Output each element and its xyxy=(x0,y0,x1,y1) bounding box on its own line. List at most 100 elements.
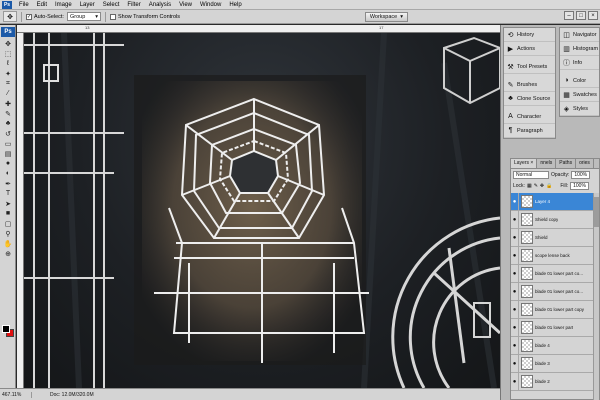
panel-tool-presets[interactable]: ⚒ Tool Presets xyxy=(504,60,555,74)
canvas[interactable] xyxy=(24,32,500,388)
eye-icon[interactable]: ● xyxy=(511,265,519,282)
lasso-tool-icon[interactable]: ℓ xyxy=(2,59,14,68)
panel-paragraph[interactable]: ¶ Paragraph xyxy=(504,124,555,138)
eye-icon[interactable]: ● xyxy=(511,247,519,264)
opacity-input[interactable]: 100% xyxy=(571,170,591,179)
menu-image[interactable]: Image xyxy=(51,0,76,10)
minimize-icon[interactable]: – xyxy=(564,11,574,20)
layers-scrollbar[interactable] xyxy=(593,193,599,400)
eye-icon[interactable]: ● xyxy=(511,355,519,372)
panel-navigator[interactable]: ◫ Navigator xyxy=(560,28,599,42)
layers-panel: Layers × nnels Paths ories Normal Opacit… xyxy=(510,158,600,400)
fill-input[interactable]: 100% xyxy=(570,181,589,190)
eraser-tool-icon[interactable]: ▭ xyxy=(2,139,14,148)
tab-paths[interactable]: Paths xyxy=(556,159,577,168)
document-window[interactable]: 13 17 xyxy=(17,25,500,388)
panel-actions[interactable]: ▶ Actions xyxy=(504,42,555,56)
blend-mode-dropdown[interactable]: Normal xyxy=(513,170,549,179)
eye-icon[interactable]: ● xyxy=(511,229,519,246)
zoom-tool-icon[interactable]: ⊕ xyxy=(2,249,14,258)
magic-wand-tool-icon[interactable]: ✦ xyxy=(2,69,14,78)
foreground-color-swatch[interactable] xyxy=(2,325,10,333)
eyedropper-tool-icon[interactable]: ⚲ xyxy=(2,229,14,238)
move-tool-preset-button[interactable]: ✥ xyxy=(3,11,17,22)
clone-stamp-tool-icon[interactable]: ♣ xyxy=(2,119,14,128)
menu-view[interactable]: View xyxy=(175,0,196,10)
layer-row[interactable]: ● Layer 4 xyxy=(511,193,595,211)
panel-label: Brushes xyxy=(517,81,538,88)
hand-tool-icon[interactable]: ✋ xyxy=(2,239,14,248)
menu-filter[interactable]: Filter xyxy=(123,0,144,10)
panel-brushes[interactable]: ✎ Brushes xyxy=(504,78,555,92)
healing-tool-icon[interactable]: ✚ xyxy=(2,99,14,108)
eye-icon[interactable]: ● xyxy=(511,337,519,354)
layer-row[interactable]: ● blade 01 lower part co... xyxy=(511,265,595,283)
scrollbar-thumb[interactable] xyxy=(594,197,599,227)
horizontal-ruler[interactable]: 13 17 xyxy=(17,25,500,33)
character-icon: A xyxy=(508,113,513,120)
layer-row[interactable]: ● blade 4 xyxy=(511,337,595,355)
marquee-tool-icon[interactable]: ⬚ xyxy=(2,49,14,58)
layer-row[interactable]: ● blade 3 xyxy=(511,355,595,373)
panel-info[interactable]: ⓘ Info xyxy=(560,56,599,70)
menu-help[interactable]: Help xyxy=(225,0,245,10)
menu-layer[interactable]: Layer xyxy=(76,0,99,10)
tab-histories[interactable]: ories xyxy=(576,159,594,168)
gradient-tool-icon[interactable]: ▤ xyxy=(2,149,14,158)
panel-styles[interactable]: ◈ Styles xyxy=(560,102,599,116)
tab-channels[interactable]: nnels xyxy=(537,159,557,168)
dodge-tool-icon[interactable]: ◐ xyxy=(2,169,14,178)
panel-label: Paragraph xyxy=(517,127,543,134)
auto-select-dropdown[interactable]: Group ▾ xyxy=(66,12,101,21)
eye-icon[interactable]: ● xyxy=(511,319,519,336)
slice-tool-icon[interactable]: ⁄ xyxy=(2,89,14,98)
lock-transparency-icon[interactable]: ▦ xyxy=(527,183,532,189)
menu-window[interactable]: Window xyxy=(196,0,225,10)
workspace-button[interactable]: Workspace ▾ xyxy=(364,12,408,22)
lock-all-icon[interactable]: 🔒 xyxy=(546,183,552,189)
layer-row[interactable]: ● blade 01 lower part xyxy=(511,319,595,337)
panel-clone-source[interactable]: ♣ Clone Source xyxy=(504,92,555,106)
history-brush-tool-icon[interactable]: ↺ xyxy=(2,129,14,138)
layer-row[interactable]: ● scope lense back xyxy=(511,247,595,265)
brush-tool-icon[interactable]: ✎ xyxy=(2,109,14,118)
panel-character[interactable]: A Character xyxy=(504,110,555,124)
menu-file[interactable]: File xyxy=(15,0,33,10)
layer-row[interactable]: ● Shield copy xyxy=(511,211,595,229)
cube-wireframe xyxy=(443,36,500,105)
pen-tool-icon[interactable]: ✒ xyxy=(2,179,14,188)
eye-icon[interactable]: ● xyxy=(511,211,519,228)
eye-icon[interactable]: ● xyxy=(511,283,519,300)
layer-row[interactable]: ● blade 2 xyxy=(511,373,595,391)
layer-row[interactable]: ● Shield xyxy=(511,229,595,247)
panel-history[interactable]: ⟲ History xyxy=(504,28,555,42)
menu-analysis[interactable]: Analysis xyxy=(145,0,175,10)
maximize-icon[interactable]: □ xyxy=(576,11,586,20)
type-tool-icon[interactable]: T xyxy=(2,189,14,198)
move-tool-icon[interactable]: ✥ xyxy=(2,39,14,48)
zoom-level[interactable]: 467.11% xyxy=(0,391,32,398)
panel-color[interactable]: ◑ Color xyxy=(560,74,599,88)
eye-icon[interactable]: ● xyxy=(511,301,519,318)
vertical-ruler[interactable] xyxy=(17,33,24,388)
auto-select-checkbox[interactable] xyxy=(26,13,32,20)
notes-tool-icon[interactable]: ▢ xyxy=(2,219,14,228)
path-selection-tool-icon[interactable]: ➤ xyxy=(2,199,14,208)
tab-layers[interactable]: Layers × xyxy=(511,159,538,168)
lock-pixels-icon[interactable]: ✎ xyxy=(534,183,538,189)
layer-row[interactable]: ● blade 01 lower part co... xyxy=(511,283,595,301)
show-transform-checkbox[interactable] xyxy=(109,13,116,20)
lock-position-icon[interactable]: ✥ xyxy=(540,183,544,189)
close-icon[interactable]: × xyxy=(588,11,598,20)
crop-tool-icon[interactable]: ⌗ xyxy=(2,79,14,88)
menu-select[interactable]: Select xyxy=(99,0,124,10)
shape-tool-icon[interactable]: ■ xyxy=(2,209,14,218)
blur-tool-icon[interactable]: ● xyxy=(2,159,14,168)
panel-histogram[interactable]: ▥ Histogram xyxy=(560,42,599,56)
layer-row[interactable]: ● blade 01 lower part copy xyxy=(511,301,595,319)
separator xyxy=(21,11,22,22)
panel-swatches[interactable]: ▦ Swatches xyxy=(560,88,599,102)
menu-edit[interactable]: Edit xyxy=(33,0,51,10)
eye-icon[interactable]: ● xyxy=(511,373,519,390)
eye-icon[interactable]: ● xyxy=(511,193,519,210)
